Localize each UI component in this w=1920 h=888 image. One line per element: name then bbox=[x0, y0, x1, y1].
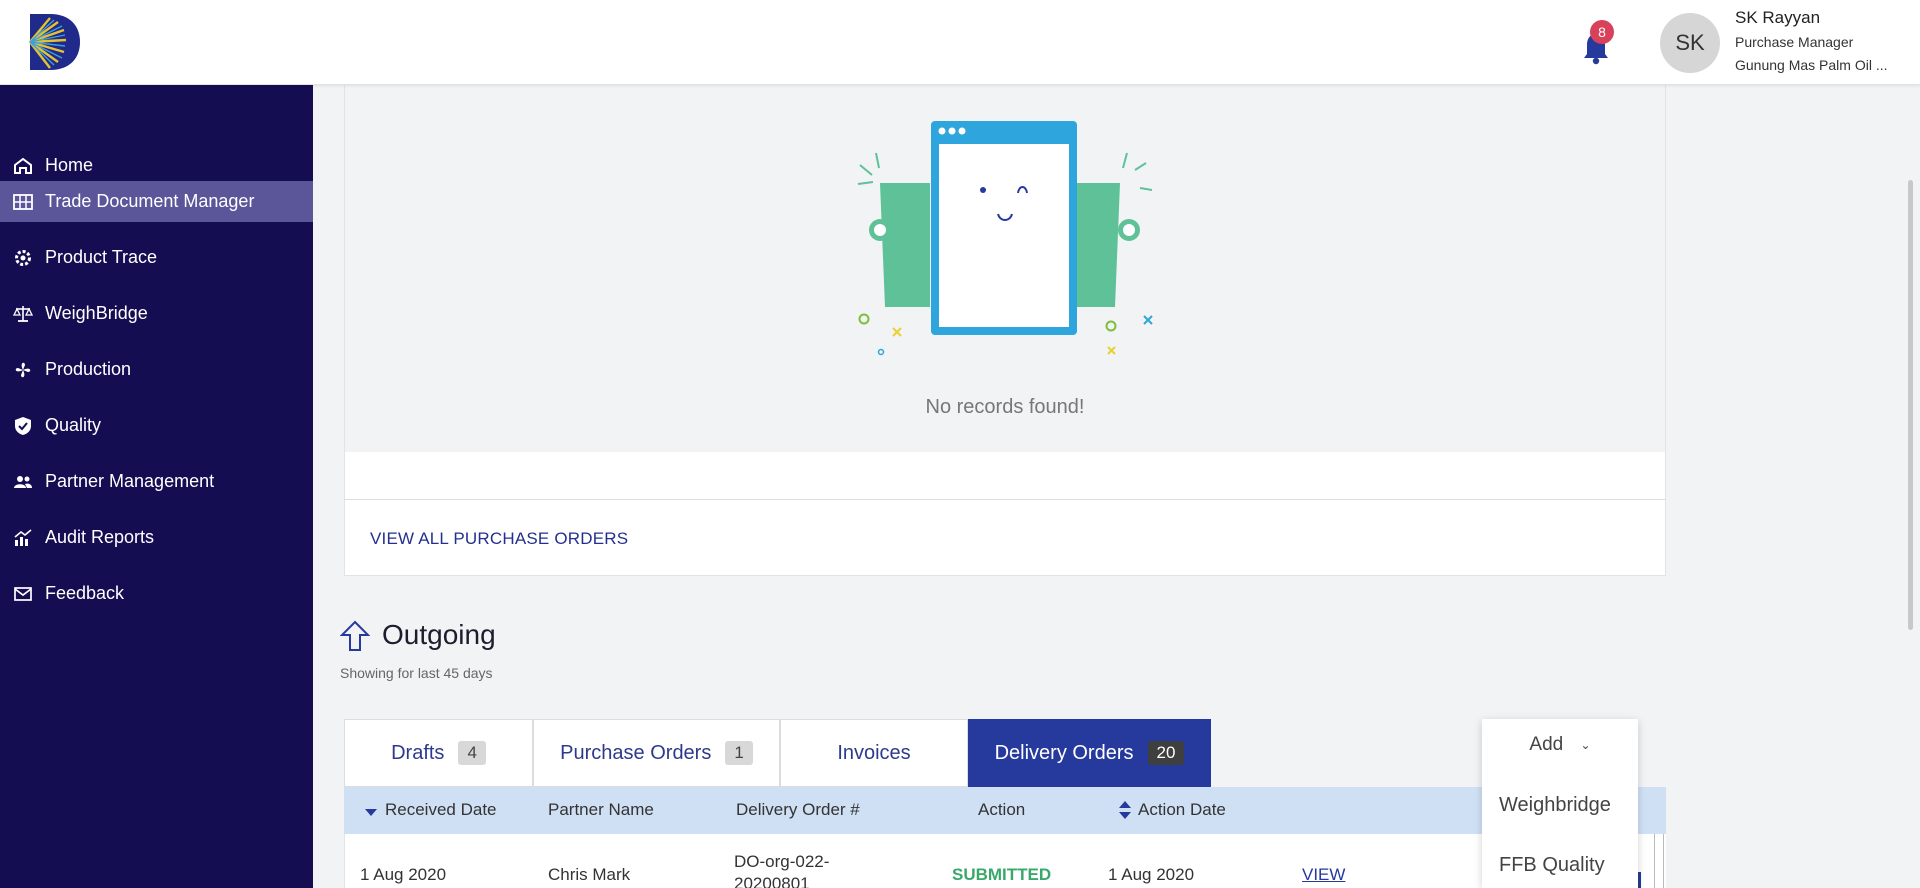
sidebar-item-trade-document-manager[interactable]: Trade Document Manager bbox=[0, 181, 313, 222]
table-scrollbar[interactable] bbox=[1654, 834, 1664, 888]
column-header-received-date[interactable]: Received Date bbox=[385, 800, 497, 820]
view-row-link[interactable]: VIEW bbox=[1302, 865, 1345, 885]
page-scrollbar[interactable] bbox=[1908, 180, 1913, 630]
chevron-down-icon: ⌄ bbox=[1580, 737, 1591, 752]
top-header: 8 SK SK Rayyan Purchase Manager Gunung M… bbox=[0, 0, 1920, 85]
tab-drafts[interactable]: Drafts 4 bbox=[344, 719, 533, 787]
tab-purchase-orders[interactable]: Purchase Orders 1 bbox=[533, 719, 780, 787]
add-menu-item-weighbridge[interactable]: Weighbridge bbox=[1499, 794, 1611, 817]
tab-label: Invoices bbox=[837, 741, 911, 764]
add-button-label: Add bbox=[1529, 734, 1564, 755]
company-logo[interactable] bbox=[26, 12, 82, 72]
sidebar-item-partner-management[interactable]: Partner Management bbox=[0, 461, 313, 502]
sidebar-item-label: Audit Reports bbox=[45, 527, 155, 547]
home-icon bbox=[12, 155, 34, 177]
sort-toggle-icon[interactable] bbox=[1118, 800, 1132, 820]
sidebar-item-quality[interactable]: Quality bbox=[0, 405, 313, 446]
tab-count-badge: 20 bbox=[1147, 741, 1185, 765]
sidebar-item-label: Partner Management bbox=[45, 471, 215, 491]
gear-icon bbox=[12, 247, 34, 269]
sort-descending-icon[interactable] bbox=[364, 807, 378, 817]
tab-count-badge: 1 bbox=[725, 741, 753, 765]
cell-action-date: 1 Aug 2020 bbox=[1108, 865, 1195, 884]
section-subtitle: Showing for last 45 days bbox=[340, 665, 493, 681]
sidebar-item-production[interactable]: Production bbox=[0, 349, 313, 390]
sidebar-item-home[interactable]: Home bbox=[0, 145, 313, 186]
tab-label: Delivery Orders bbox=[994, 741, 1134, 764]
sidebar-item-label: Product Trace bbox=[45, 247, 158, 267]
view-all-purchase-orders-link[interactable]: VIEW ALL PURCHASE ORDERS bbox=[370, 529, 628, 549]
tab-label: Purchase Orders bbox=[560, 741, 712, 764]
column-header-action[interactable]: Action bbox=[978, 800, 1025, 820]
cell-partner-name: Chris Mark bbox=[548, 865, 631, 884]
sidebar-item-weighbridge[interactable]: WeighBridge bbox=[0, 293, 313, 334]
column-header-delivery-order[interactable]: Delivery Order # bbox=[736, 800, 860, 820]
document-grid-icon bbox=[12, 191, 34, 213]
sidebar-item-label: Trade Document Manager bbox=[45, 191, 255, 211]
cell-delivery-order-number: DO-org-022-20200801 bbox=[734, 852, 830, 888]
user-organization: Gunung Mas Palm Oil ... bbox=[1735, 57, 1888, 73]
section-title-outgoing: Outgoing bbox=[382, 619, 496, 650]
fan-icon bbox=[12, 359, 34, 381]
notification-count-badge: 8 bbox=[1590, 20, 1614, 44]
user-avatar[interactable]: SK bbox=[1660, 13, 1720, 73]
arrow-up-outline-icon bbox=[340, 620, 370, 651]
column-header-partner-name[interactable]: Partner Name bbox=[548, 800, 654, 820]
people-icon bbox=[12, 471, 34, 493]
tab-invoices[interactable]: Invoices bbox=[780, 719, 968, 787]
user-name: SK Rayyan bbox=[1735, 8, 1821, 27]
mail-icon bbox=[12, 583, 34, 605]
incoming-panel-footer-space bbox=[344, 452, 1666, 500]
sidebar-item-feedback[interactable]: Feedback bbox=[0, 573, 313, 614]
status-badge: SUBMITTED bbox=[952, 865, 1052, 884]
sidebar-item-audit-reports[interactable]: Audit Reports bbox=[0, 517, 313, 558]
column-header-action-date[interactable]: Action Date bbox=[1138, 800, 1226, 820]
user-role: Purchase Manager bbox=[1735, 34, 1854, 50]
tab-delivery-orders[interactable]: Delivery Orders 20 bbox=[968, 719, 1211, 787]
sidebar-item-label: Home bbox=[45, 155, 94, 175]
add-menu-item-ffb-quality[interactable]: FFB Quality bbox=[1499, 854, 1605, 877]
chart-icon bbox=[12, 527, 34, 549]
empty-state-message: No records found! bbox=[925, 396, 1085, 418]
sidebar-item-product-trace[interactable]: Product Trace bbox=[0, 237, 313, 278]
tab-label: Drafts bbox=[391, 741, 445, 764]
sidebar-item-label: WeighBridge bbox=[45, 303, 148, 323]
sidebar-item-label: Quality bbox=[45, 415, 102, 435]
cell-received-date: 1 Aug 2020 bbox=[360, 865, 447, 884]
shield-check-icon bbox=[12, 415, 34, 437]
scale-icon bbox=[12, 303, 34, 325]
tab-count-badge: 4 bbox=[458, 741, 486, 765]
sidebar-item-label: Production bbox=[45, 359, 132, 379]
empty-state-illustration bbox=[857, 121, 1153, 356]
sidebar: Home Trade Document Manager Product Trac… bbox=[0, 85, 313, 888]
add-button[interactable]: Add ⌄ bbox=[1482, 734, 1638, 756]
sidebar-item-label: Feedback bbox=[45, 583, 125, 603]
